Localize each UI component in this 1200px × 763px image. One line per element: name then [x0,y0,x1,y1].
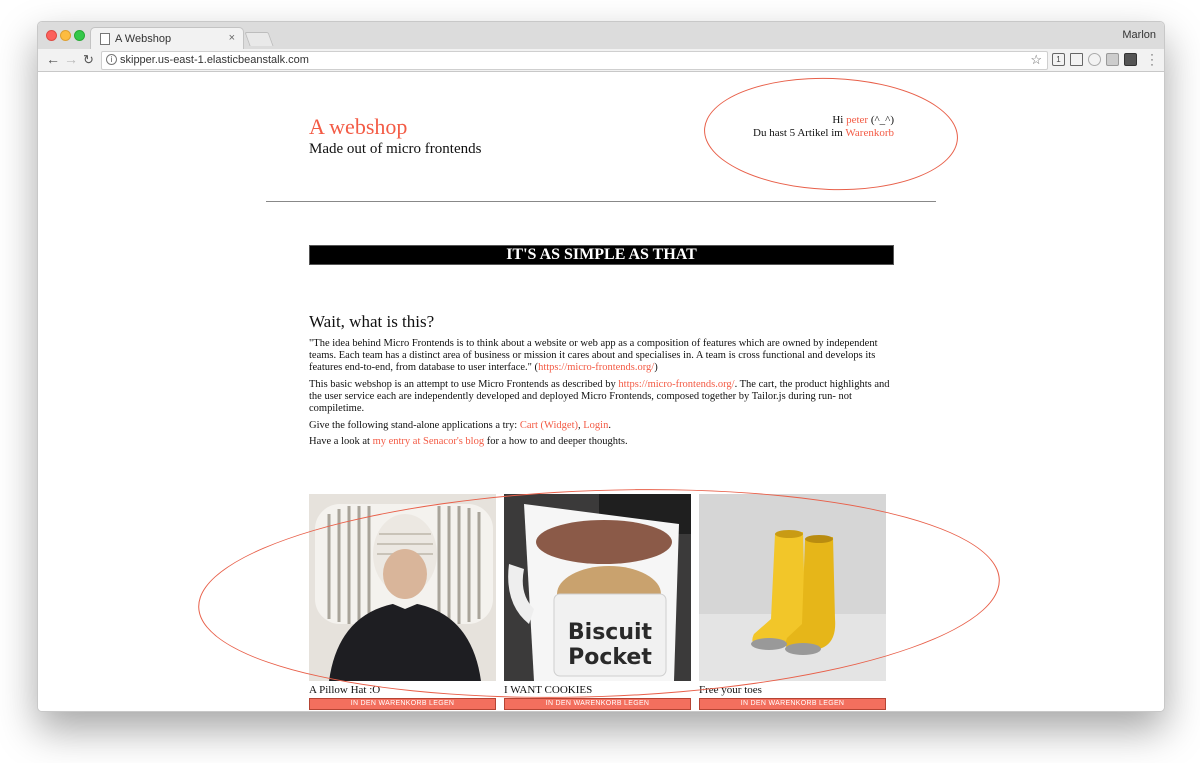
close-window-button[interactable] [46,30,57,41]
page-icon [100,33,110,45]
product-card: A Pillow Hat :O IN DEN WARENKORB LEGEN [309,494,496,710]
product-image[interactable] [699,494,886,681]
intro-paragraph: "The idea behind Micro Frontends is to t… [309,338,878,373]
browser-window: A Webshop × Marlon ← → ↻ i skipper.us-ea… [37,21,1165,712]
product-card: Biscuit Pocket I WANT COOKIES IN DEN WAR… [504,494,691,710]
product-name: I WANT COOKIES [504,684,593,696]
tab-strip: A Webshop × Marlon [38,22,1164,50]
extension-icon[interactable] [1088,53,1101,66]
browser-toolbar: ← → ↻ i skipper.us-east-1.elasticbeansta… [38,48,1164,72]
browser-tab[interactable]: A Webshop × [90,27,244,50]
cast-icon[interactable] [1070,53,1083,66]
product-name: A Pillow Hat :O [309,684,381,696]
info-icon[interactable]: i [106,54,117,65]
mug-text-line-1: Biscuit [568,620,653,645]
cart-line: Du hast 5 Artikel im Warenkorb [753,127,894,139]
divider [266,201,936,202]
cart-link[interactable]: Warenkorb [845,127,894,139]
product-image[interactable]: Biscuit Pocket [504,494,691,681]
greeting-line: Hi peter (^_^) [832,114,894,126]
zoom-window-button[interactable] [74,30,85,41]
forward-icon[interactable]: → [64,51,78,67]
product-name: Free your toes [699,684,762,696]
address-bar[interactable]: i skipper.us-east-1.elasticbeanstalk.com… [101,51,1048,70]
section-heading: Wait, what is this? [309,312,435,331]
blog-paragraph: Have a look at my entry at Senacor's blo… [309,436,628,447]
product-card: Free your toes IN DEN WARENKORB LEGEN [699,494,886,710]
user-link[interactable]: peter [846,114,868,126]
add-to-cart-button[interactable]: IN DEN WARENKORB LEGEN [309,698,496,710]
url-text: skipper.us-east-1.elasticbeanstalk.com [120,54,309,66]
cart-widget-link[interactable]: Cart (Widget) [520,420,578,431]
page-viewport: A webshop Made out of micro frontends Hi… [38,72,1164,711]
blog-link[interactable]: my entry at Senacor's blog [373,436,485,447]
menu-icon[interactable]: · · · [1150,48,1154,70]
new-tab-button[interactable] [244,32,274,46]
profile-name[interactable]: Marlon [1122,29,1156,41]
close-tab-icon[interactable]: × [229,32,235,44]
site-subtitle: Made out of micro frontends [309,141,482,157]
site-title: A webshop [309,114,408,139]
back-icon[interactable]: ← [46,51,60,67]
add-to-cart-button[interactable]: IN DEN WARENKORB LEGEN [504,698,691,710]
banner: IT'S AS SIMPLE AS THAT [309,245,894,265]
minimize-window-button[interactable] [60,30,71,41]
extension-icon[interactable] [1124,53,1137,66]
bookmark-star-icon[interactable]: ☆ [1030,52,1042,68]
user-widget: Hi peter (^_^) Du hast 5 Artikel im Ware… [753,114,894,140]
micro-frontends-link[interactable]: https://micro-frontends.org/ [538,362,654,373]
add-to-cart-button[interactable]: IN DEN WARENKORB LEGEN [699,698,886,710]
extension-icon[interactable]: 1 [1052,53,1065,66]
product-image[interactable] [309,494,496,681]
reload-icon[interactable]: ↻ [83,52,94,68]
extension-icon[interactable] [1106,53,1119,66]
description-paragraph: This basic webshop is an attempt to use … [309,379,890,414]
apps-paragraph: Give the following stand-alone applicati… [309,420,611,431]
tab-title: A Webshop [115,33,172,45]
micro-frontends-link[interactable]: https://micro-frontends.org/ [618,379,734,390]
mug-text-line-2: Pocket [568,645,652,670]
login-link[interactable]: Login [583,420,608,431]
